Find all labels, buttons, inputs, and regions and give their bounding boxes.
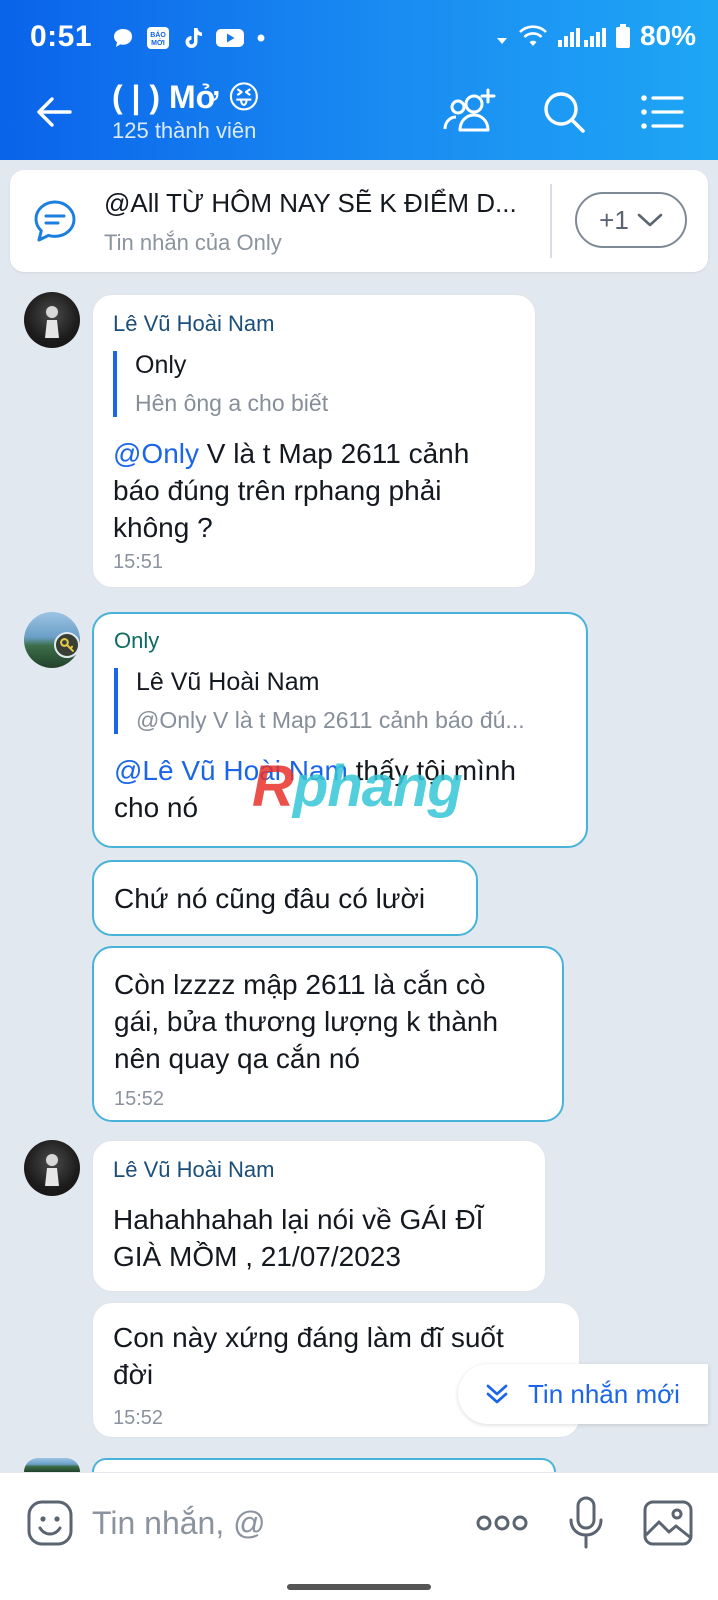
avatar[interactable] [24, 292, 80, 348]
battery-percent: 80% [639, 20, 696, 51]
avatar[interactable] [24, 1140, 80, 1196]
pinned-more-button[interactable]: +1 [575, 192, 687, 248]
message-text: Con này xứng đáng làm đĩ suốt đời [113, 1319, 504, 1393]
message-bubble [92, 1458, 556, 1472]
chat-bubble-icon [114, 29, 132, 47]
rphang-watermark: Rphang [252, 753, 463, 820]
pinned-subtitle: Tin nhắn của Only [104, 230, 282, 255]
new-messages-label: Tin nhắn mới [528, 1378, 680, 1409]
sender-name[interactable]: Lê Vũ Hoài Nam [113, 1157, 274, 1183]
message-text: Còn lzzzz mập 2611 là cắn cò gái, bửa th… [114, 966, 498, 1077]
svg-text:BÁO: BÁO [150, 30, 166, 39]
reply-quote[interactable]: Lê Vũ Hoài Nam @Only V là t Map 2611 cản… [114, 668, 564, 734]
message-text: @Only V là t Map 2611 cảnh báo đúng trên… [113, 435, 469, 546]
group-title[interactable]: ( | ) Mở 😝 [112, 78, 261, 116]
quote-sender: Lê Vũ Hoài Nam [136, 668, 320, 696]
double-chevron-down-icon [486, 1384, 508, 1404]
message-input[interactable]: Tin nhắn, @ [92, 1501, 432, 1545]
watermark-r: R [252, 754, 294, 819]
message-time: 15:52 [114, 1088, 165, 1110]
watermark-rest: phang [292, 754, 463, 819]
svg-text:MỚI: MỚI [151, 38, 165, 47]
message-icon [34, 200, 76, 242]
person-silhouette-icon [45, 1154, 59, 1186]
message-line: nên quay qa cắn nó [114, 1043, 360, 1074]
message-line: đời [113, 1359, 154, 1390]
message-time: 15:52 [113, 1407, 164, 1429]
key-icon [54, 632, 80, 658]
message-line: không ? [113, 512, 213, 543]
tiktok-icon [185, 28, 202, 48]
quote-text: @Only V là t Map 2611 cảnh báo đú... [136, 707, 525, 733]
signal-icon [557, 28, 606, 47]
new-messages-button[interactable]: Tin nhắn mới [458, 1364, 708, 1424]
person-silhouette-icon [45, 306, 59, 338]
pinned-more-count: +1 [599, 204, 629, 235]
message-line: gái, bửa thương lượng k thành [114, 1006, 499, 1037]
message-line: Còn lzzzz mập 2611 là cắn cò [114, 969, 486, 1000]
message-text: Chứ nó cũng đâu có lười [114, 883, 426, 914]
reply-quote[interactable]: Only Hên ông a cho biết [113, 351, 513, 417]
member-count[interactable]: 125 thành viên [112, 118, 256, 144]
mention[interactable]: @Only [113, 438, 199, 469]
wifi-icon [519, 25, 547, 46]
status-time: 0:51 [30, 20, 93, 53]
message-line: báo đúng trên rphang phải [113, 475, 442, 506]
battery-icon [615, 24, 630, 48]
youtube-icon [216, 29, 244, 47]
message-bubble[interactable]: Chứ nó cũng đâu có lười [92, 860, 478, 936]
more-options-icon[interactable] [474, 1501, 530, 1545]
avatar [24, 1458, 80, 1472]
message-line: Con này xứng đáng làm đĩ suốt [113, 1322, 504, 1353]
status-right: 80% [496, 20, 696, 52]
bao-moi-icon: BÁOMỚI [147, 27, 169, 49]
back-arrow-icon[interactable] [30, 88, 78, 136]
app-bar: ( | ) Mở 😝 125 thành viên [0, 70, 718, 160]
status-bar: 0:51 BÁO MỚI 80% [0, 0, 718, 70]
dot-icon [257, 34, 265, 42]
quote-text: Hên ông a cho biết [135, 390, 329, 416]
message-text: Hahahhahah lại nói về GÁI ĐĨ GIÀ MỒM , 2… [113, 1201, 483, 1275]
image-gallery-icon[interactable] [642, 1497, 694, 1549]
message-time: 15:51 [113, 551, 164, 573]
quote-sender: Only [135, 351, 187, 379]
sender-name[interactable]: Lê Vũ Hoài Nam [113, 311, 274, 337]
search-icon[interactable] [536, 84, 592, 140]
divider [550, 184, 552, 258]
notification-icons: BÁO MỚI [112, 26, 266, 50]
pinned-title: @All TỪ HÔM NAY SẼ K ĐIỂM D... [104, 188, 517, 218]
data-arrows-icon [496, 38, 507, 44]
message-input-bar: Tin nhắn, @ [0, 1472, 718, 1600]
message-line: V là t Map 2611 cảnh [199, 438, 470, 469]
header: 0:51 BÁO MỚI 80% ( | ) Mở 😝 125 thành viê… [0, 0, 718, 160]
message-line: Hahahhahah lại nói về GÁI ĐĨ [113, 1204, 484, 1235]
message-bubble[interactable]: Lê Vũ Hoài Nam Only Hên ông a cho biết @… [92, 294, 536, 588]
emoji-sticker-icon[interactable] [26, 1499, 74, 1547]
message-bubble[interactable]: Còn lzzzz mập 2611 là cắn cò gái, bửa th… [92, 946, 564, 1122]
pinned-message[interactable]: @All TỪ HÔM NAY SẼ K ĐIỂM D... Tin nhắn … [10, 170, 708, 272]
chevron-down-icon [637, 213, 663, 227]
home-indicator[interactable] [287, 1584, 431, 1590]
microphone-icon[interactable] [566, 1495, 606, 1551]
add-member-icon[interactable] [440, 84, 496, 140]
message-line: GIÀ MỒM , 21/07/2023 [113, 1241, 401, 1272]
menu-list-icon[interactable] [634, 84, 690, 140]
sender-name[interactable]: Only [114, 628, 159, 654]
message-bubble[interactable]: Lê Vũ Hoài Nam Hahahhahah lại nói về GÁI… [92, 1140, 546, 1292]
